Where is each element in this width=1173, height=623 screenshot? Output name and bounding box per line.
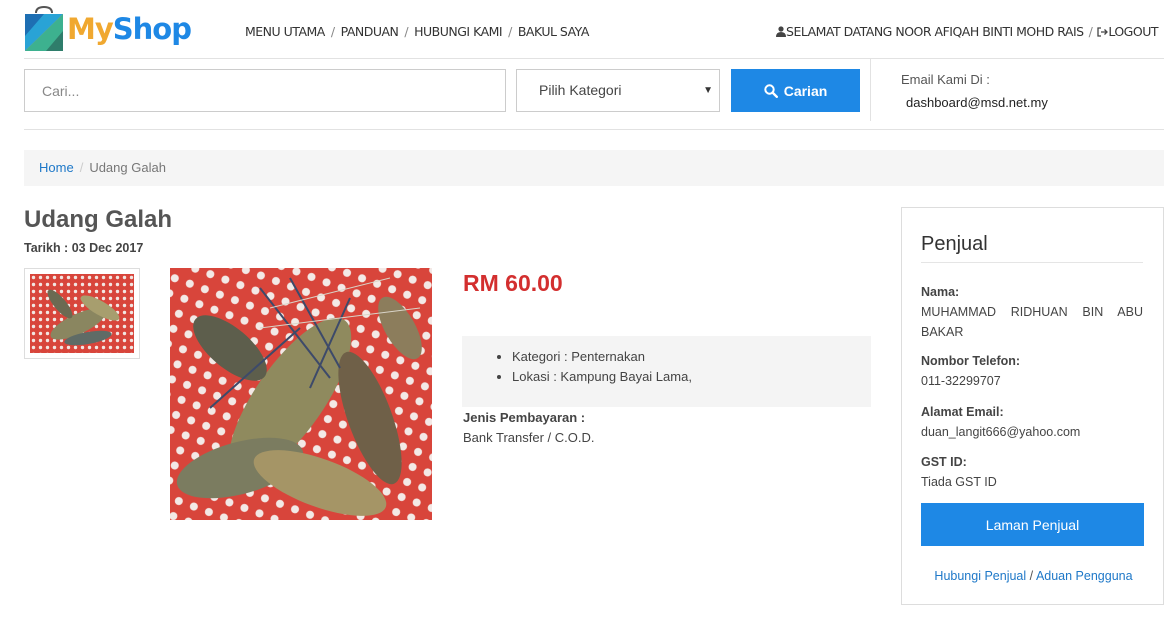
search-input[interactable] — [24, 69, 506, 112]
product-price: RM 60.00 — [463, 270, 563, 296]
caret-down-icon: ▼ — [703, 85, 713, 96]
seller-page-button[interactable]: Laman Penjual — [921, 503, 1144, 546]
divider — [870, 59, 871, 121]
nav-bakul-saya[interactable]: BAKUL SAYA — [518, 24, 590, 39]
contact-email-label: Email Kami Di : — [901, 72, 990, 87]
shopping-bag-logo-icon — [25, 6, 63, 51]
contact-seller-link[interactable]: Hubungi Penjual — [934, 569, 1026, 583]
seller-name: MUHAMMAD RIDHUAN BIN ABU BAKAR — [921, 305, 1143, 339]
product-title: Udang Galah — [24, 206, 173, 233]
product-date: Tarikh : 03 Dec 2017 — [24, 241, 144, 255]
product-details-box: Kategori : Penternakan Lokasi : Kampung … — [462, 336, 871, 407]
product-location: Lokasi : Kampung Bayai Lama, — [512, 367, 871, 387]
seller-email-label: Alamat Email: — [921, 405, 1004, 419]
search-button[interactable]: Carian — [731, 69, 860, 112]
category-select-value: Pilih Kategori — [539, 82, 622, 98]
breadcrumb-home[interactable]: Home — [39, 160, 74, 175]
nav-panduan[interactable]: PANDUAN — [341, 24, 399, 39]
logout-link[interactable]: LOGOUT — [1108, 24, 1158, 39]
logo-text: MyShop — [67, 12, 192, 46]
breadcrumb-current: Udang Galah — [89, 160, 166, 175]
seller-links: Hubungi Penjual / Aduan Pengguna — [934, 569, 1133, 583]
seller-panel: Penjual Nama: MUHAMMAD RIDHUAN BIN ABU B… — [901, 207, 1164, 605]
user-icon — [776, 26, 787, 37]
seller-phone: 011-32299707 — [921, 374, 1001, 388]
nav-menu-utama[interactable]: MENU UTAMA — [245, 24, 325, 39]
payment-label: Jenis Pembayaran : — [463, 410, 586, 425]
payment-value: Bank Transfer / C.O.D. — [463, 430, 595, 445]
top-header: MyShop MENU UTAMA / PANDUAN / HUBUNGI KAMI / B… — [24, 0, 1164, 59]
breadcrumb: Home / Udang Galah — [24, 150, 1164, 186]
logout-icon — [1097, 27, 1109, 37]
main-nav: MENU UTAMA / PANDUAN / HUBUNGI KAMI / BAKUL SA… — [245, 24, 589, 39]
product-category: Kategori : Penternakan — [512, 347, 871, 367]
seller-heading: Penjual — [921, 233, 1143, 263]
seller-name-label: Nama: — [921, 285, 960, 299]
myshop-logo[interactable]: MyShop — [24, 6, 192, 54]
report-user-link[interactable]: Aduan Pengguna — [1036, 569, 1133, 583]
contact-email: dashboard@msd.net.my — [906, 95, 1048, 110]
nav-hubungi-kami[interactable]: HUBUNGI KAMI — [414, 24, 502, 39]
search-icon — [764, 83, 778, 98]
user-nav: SELAMAT DATANG NOOR AFIQAH BINTI MOHD RA… — [776, 24, 1158, 39]
search-button-label: Carian — [783, 82, 828, 99]
category-select[interactable]: Pilih Kategori ▼ — [516, 69, 720, 112]
seller-phone-label: Nombor Telefon: — [921, 354, 1021, 368]
shrimp-thumbnail-image — [30, 274, 134, 353]
seller-gst-label: GST ID: — [921, 455, 967, 469]
product-main-image[interactable] — [170, 268, 432, 520]
welcome-user-link[interactable]: SELAMAT DATANG NOOR AFIQAH BINTI MOHD RA… — [786, 24, 1084, 39]
seller-gst: Tiada GST ID — [921, 475, 997, 489]
seller-email: duan_langit666@yahoo.com — [921, 425, 1081, 439]
product-thumbnail[interactable] — [24, 268, 140, 359]
search-bar-row: Pilih Kategori ▼ Carian Email Kami Di : … — [24, 59, 1164, 130]
